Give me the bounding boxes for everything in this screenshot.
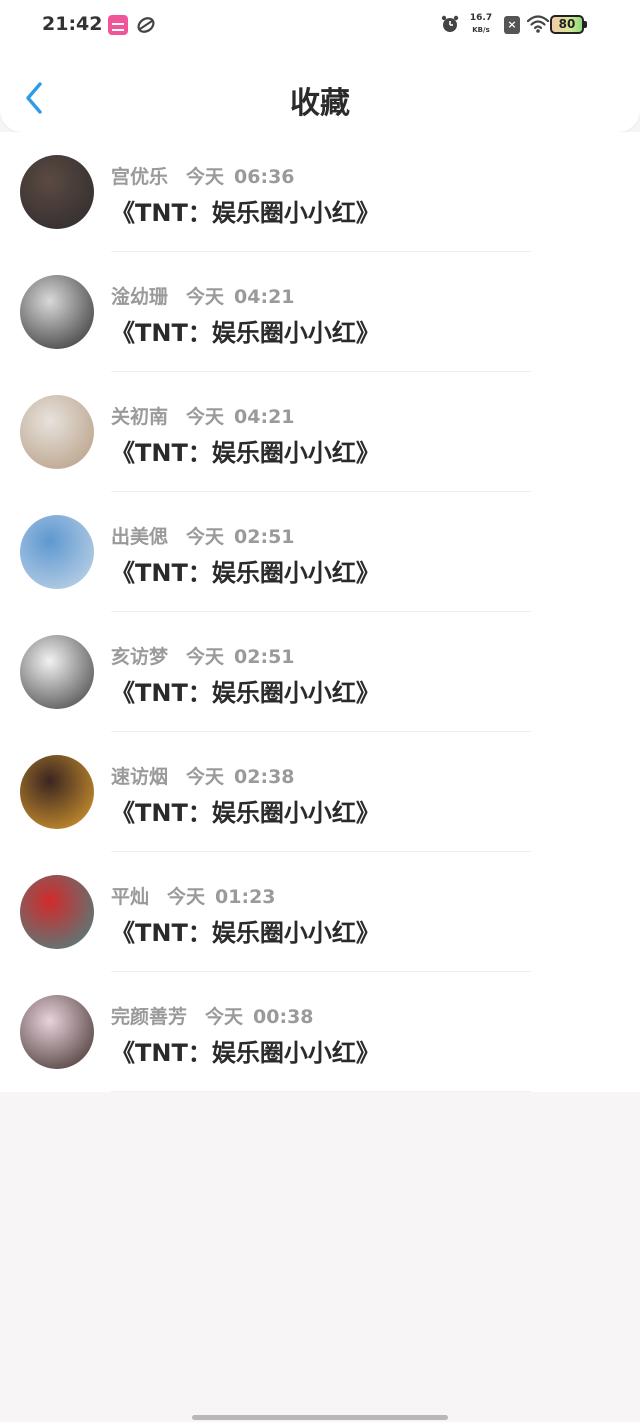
item-day: 今天	[205, 1006, 244, 1028]
status-time: 21:42	[42, 13, 103, 35]
divider	[111, 1091, 531, 1092]
battery-indicator: 80	[550, 15, 587, 34]
navigation-bar: 收藏	[0, 50, 640, 132]
user-name: 亥访梦	[111, 646, 169, 668]
user-name: 出美偲	[111, 526, 169, 548]
list-item[interactable]: 关初南 今天 04:21 《TNT：娱乐圈小小红》	[0, 372, 640, 492]
avatar[interactable]	[20, 995, 94, 1069]
item-time: 04:21	[234, 286, 295, 308]
item-meta: 速访烟 今天 02:38	[111, 762, 295, 788]
user-name: 平灿	[111, 886, 150, 908]
item-meta: 亥访梦 今天 02:51	[111, 642, 295, 668]
item-title: 《TNT：娱乐圈小小红》	[111, 439, 380, 467]
wifi-icon	[526, 14, 550, 34]
status-bar: 21:42 16.7 KB/s × 80	[0, 0, 640, 50]
item-title: 《TNT：娱乐圈小小红》	[111, 199, 380, 227]
network-speed-value: 16.7	[469, 13, 493, 23]
favorites-list: 宫优乐 今天 06:36 《TNT：娱乐圈小小红》 淦幼珊 今天 04:21 《TNT：…	[0, 132, 640, 1092]
list-item[interactable]: 完颜善芳 今天 00:38 《TNT：娱乐圈小小红》	[0, 972, 640, 1092]
page-title: 收藏	[290, 86, 350, 121]
item-time: 01:23	[215, 886, 276, 908]
app-notification-icon	[108, 15, 128, 35]
item-title: 《TNT：娱乐圈小小红》	[111, 919, 380, 947]
item-time: 02:38	[234, 766, 295, 788]
item-day: 今天	[186, 766, 225, 788]
avatar[interactable]	[20, 635, 94, 709]
list-item[interactable]: 平灿 今天 01:23 《TNT：娱乐圈小小红》	[0, 852, 640, 972]
user-name: 关初南	[111, 406, 169, 428]
item-meta: 关初南 今天 04:21	[111, 402, 295, 428]
network-speed-unit: KB/s	[472, 26, 490, 34]
item-title: 《TNT：娱乐圈小小红》	[111, 319, 380, 347]
avatar[interactable]	[20, 515, 94, 589]
item-time: 06:36	[234, 166, 295, 188]
avatar[interactable]	[20, 755, 94, 829]
list-item[interactable]: 淦幼珊 今天 04:21 《TNT：娱乐圈小小红》	[0, 252, 640, 372]
avatar[interactable]	[20, 155, 94, 229]
list-item[interactable]: 宫优乐 今天 06:36 《TNT：娱乐圈小小红》	[0, 132, 640, 252]
item-time: 02:51	[234, 646, 295, 668]
item-meta: 平灿 今天 01:23	[111, 882, 276, 908]
item-meta: 出美偲 今天 02:51	[111, 522, 295, 548]
item-title: 《TNT：娱乐圈小小红》	[111, 1039, 380, 1067]
no-sim-icon: ×	[504, 16, 520, 34]
item-meta: 宫优乐 今天 06:36	[111, 162, 295, 188]
item-day: 今天	[167, 886, 206, 908]
item-title: 《TNT：娱乐圈小小红》	[111, 559, 380, 587]
avatar[interactable]	[20, 395, 94, 469]
item-time: 00:38	[253, 1006, 314, 1028]
item-day: 今天	[186, 286, 225, 308]
list-item[interactable]: 亥访梦 今天 02:51 《TNT：娱乐圈小小红》	[0, 612, 640, 732]
user-name: 淦幼珊	[111, 286, 169, 308]
user-name: 完颜善芳	[111, 1006, 188, 1028]
avatar[interactable]	[20, 275, 94, 349]
item-title: 《TNT：娱乐圈小小红》	[111, 799, 380, 827]
user-name: 宫优乐	[111, 166, 169, 188]
user-name: 速访烟	[111, 766, 169, 788]
list-item[interactable]: 速访烟 今天 02:38 《TNT：娱乐圈小小红》	[0, 732, 640, 852]
app-notification-icon-2	[136, 15, 156, 35]
avatar[interactable]	[20, 875, 94, 949]
item-day: 今天	[186, 526, 225, 548]
item-day: 今天	[186, 166, 225, 188]
item-time: 04:21	[234, 406, 295, 428]
item-meta: 完颜善芳 今天 00:38	[111, 1002, 314, 1028]
network-speed: 16.7 KB/s	[466, 12, 496, 36]
item-time: 02:51	[234, 526, 295, 548]
item-meta: 淦幼珊 今天 04:21	[111, 282, 295, 308]
home-indicator[interactable]	[192, 1415, 448, 1420]
list-item[interactable]: 出美偲 今天 02:51 《TNT：娱乐圈小小红》	[0, 492, 640, 612]
item-day: 今天	[186, 646, 225, 668]
alarm-icon	[440, 14, 460, 34]
item-title: 《TNT：娱乐圈小小红》	[111, 679, 380, 707]
item-day: 今天	[186, 406, 225, 428]
